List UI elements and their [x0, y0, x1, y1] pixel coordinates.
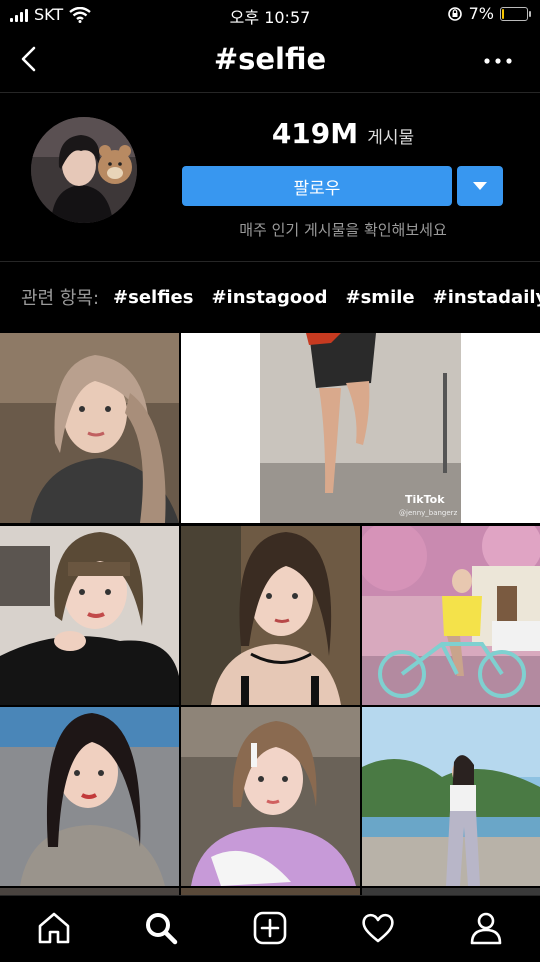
related-tag-smile[interactable]: #smile — [346, 287, 415, 308]
related-label: 관련 항목: — [21, 288, 100, 309]
tiktok-watermark: TikTok — [405, 493, 445, 506]
plus-square-icon[interactable] — [252, 910, 288, 946]
related-tag-instagood[interactable]: #instagood — [211, 287, 327, 308]
page-title: #selfie — [213, 42, 327, 76]
grid-post[interactable] — [0, 526, 179, 705]
grid-post[interactable] — [181, 707, 360, 886]
heart-icon[interactable] — [360, 910, 396, 946]
tiktok-username: @jenny_bangerz — [399, 509, 458, 517]
more-horizontal-icon[interactable] — [478, 46, 518, 76]
follow-button[interactable]: 팔로우 — [182, 166, 452, 206]
rotation-lock-icon — [447, 6, 462, 21]
related-tag-instadaily[interactable]: #instadaily — [433, 287, 540, 308]
post-grid: TikTok @jenny_bangerz — [0, 333, 540, 895]
battery-fill — [502, 8, 504, 19]
bottom-tab-bar — [0, 895, 540, 962]
battery-icon — [500, 6, 531, 21]
related-tag-selfies[interactable]: #selfies — [113, 287, 193, 308]
post-count: 419M — [271, 117, 359, 150]
hashtag-header: 419M 게시물 팔로우 매주 인기 게시물을 확인해보세요 — [0, 93, 540, 262]
grid-post[interactable] — [362, 888, 540, 895]
hashtag-avatar — [31, 117, 137, 223]
related-tags: 관련 항목: #selfies #instagood #smile #insta… — [0, 262, 540, 332]
grid-post-video[interactable]: TikTok @jenny_bangerz — [181, 333, 540, 523]
post-count-row: 419M 게시물 — [182, 117, 504, 150]
grid-post[interactable] — [181, 526, 360, 705]
home-icon[interactable] — [36, 910, 72, 946]
search-icon[interactable] — [143, 910, 179, 946]
grid-post[interactable] — [0, 888, 179, 895]
grid-post[interactable] — [362, 707, 540, 886]
grid-post[interactable] — [362, 526, 540, 705]
post-count-label: 게시물 — [367, 128, 415, 148]
follow-dropdown-button[interactable] — [457, 166, 503, 206]
status-right: 7% — [447, 4, 531, 23]
status-bar: SKT 오후 10:57 7% — [0, 0, 540, 30]
top-posts-hint: 매주 인기 게시물을 확인해보세요 — [239, 221, 447, 239]
grid-post[interactable] — [0, 333, 179, 523]
top-nav: #selfie — [0, 30, 540, 93]
battery-percent: 7% — [468, 4, 494, 23]
grid-post[interactable] — [0, 707, 179, 886]
person-icon[interactable] — [468, 910, 504, 946]
grid-post[interactable] — [181, 888, 360, 895]
